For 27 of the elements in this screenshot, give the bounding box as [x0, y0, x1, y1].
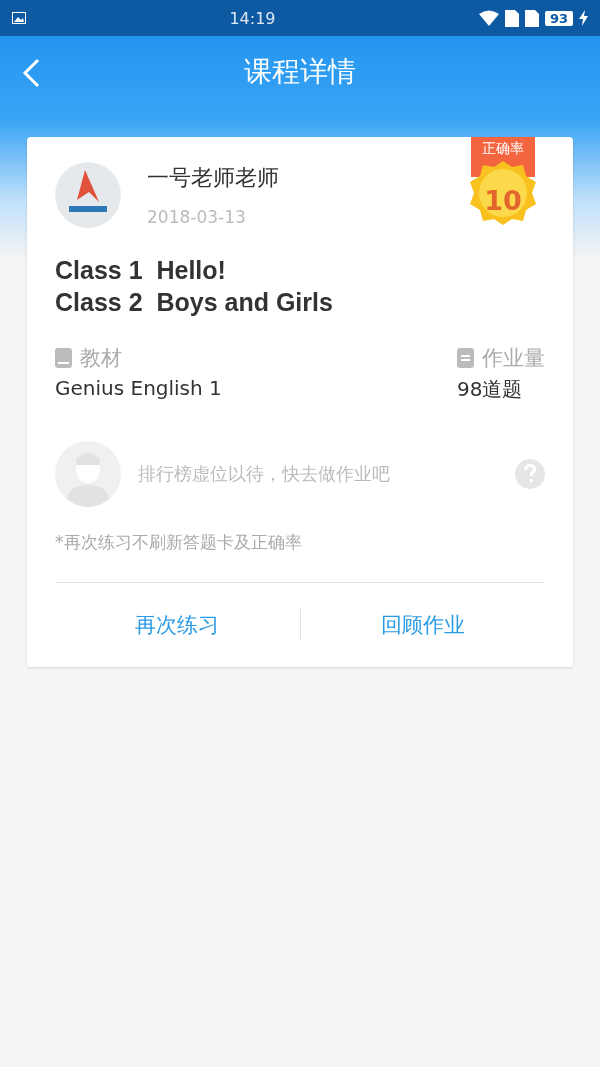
- info-value: 98道题: [457, 376, 524, 403]
- action-button[interactable]: 再次练习: [55, 601, 300, 649]
- sim-card-icon: [504, 9, 519, 27]
- lesson-title: Class 2 Boys and Girls: [55, 287, 334, 318]
- medal-label: 正确率: [481, 140, 525, 158]
- lesson-title: Class 1 Hello!: [55, 255, 227, 286]
- battery-level: 93: [544, 10, 573, 26]
- back-icon: [22, 58, 40, 88]
- document-icon: [457, 348, 474, 368]
- date-text: 2018-03-13: [147, 207, 247, 227]
- info-label: 教材: [80, 345, 122, 372]
- sim-card-icon: [524, 9, 539, 27]
- accuracy-score: 10: [483, 185, 523, 216]
- avatar-placeholder-icon: [55, 441, 121, 507]
- wifi-icon: [478, 10, 499, 26]
- status-time: 14:19: [228, 8, 277, 28]
- image-icon: [12, 12, 26, 24]
- leaderboard-text: 排行榜虚位以待，快去做作业吧: [138, 462, 391, 486]
- info-label: 作业量: [482, 345, 545, 372]
- action-button[interactable]: 回顾作业: [300, 601, 545, 649]
- charging-icon: [579, 10, 588, 26]
- book-icon: [55, 348, 72, 368]
- note-text: *再次练习不刷新答题卡及正确率: [55, 531, 303, 554]
- logo-avatar: [55, 162, 121, 228]
- page-title: 课程详情: [244, 54, 356, 90]
- teacher-name: 一号老师老师: [147, 164, 279, 192]
- info-value: Genius English 1: [55, 376, 222, 400]
